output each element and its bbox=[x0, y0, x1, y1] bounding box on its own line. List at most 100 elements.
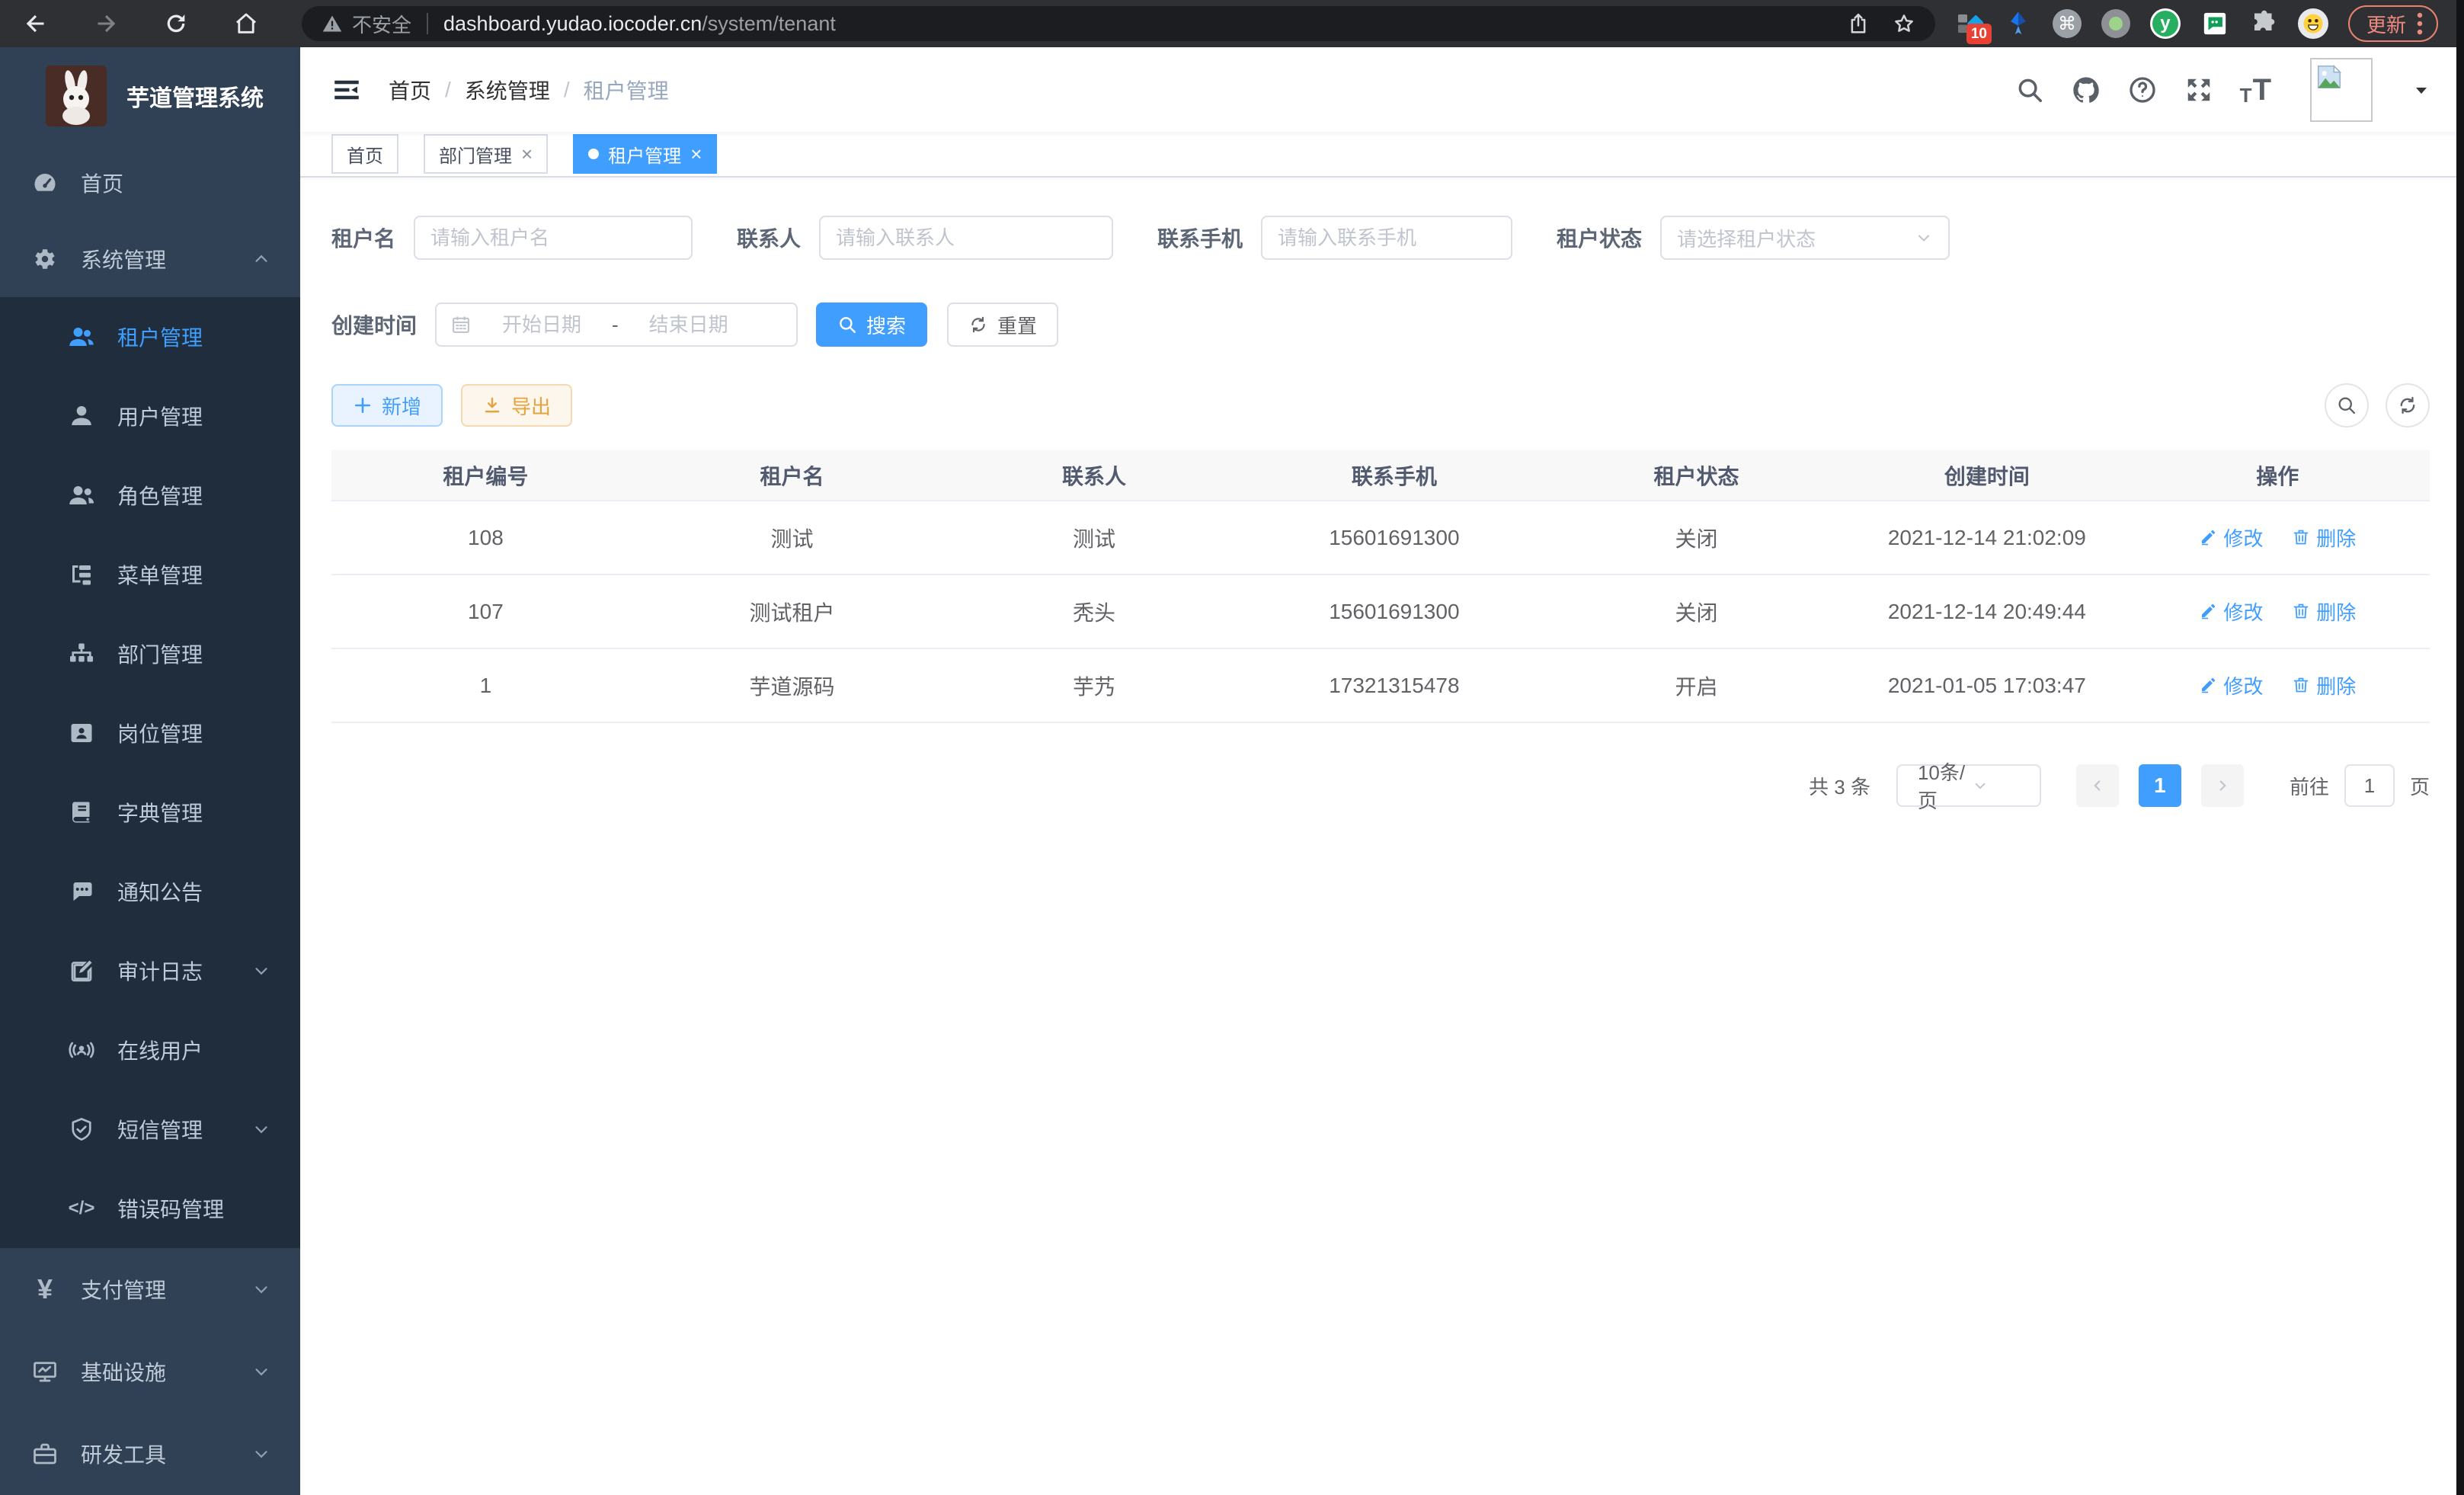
extension-shortcuts-icon[interactable]: ⌘ bbox=[2053, 9, 2082, 38]
page-size-select[interactable]: 10条/页 bbox=[1896, 764, 2041, 807]
close-icon[interactable]: × bbox=[690, 144, 702, 164]
goto-page-input[interactable] bbox=[2344, 764, 2395, 807]
sidebar-item-tenant[interactable]: 租户管理 bbox=[0, 297, 300, 376]
cell-phone: 15601691300 bbox=[1244, 575, 1544, 648]
breadcrumb-section[interactable]: 系统管理 bbox=[465, 75, 550, 105]
search-button[interactable]: 搜索 bbox=[816, 303, 927, 347]
sidebar-item-audit-log[interactable]: 审计日志 bbox=[0, 931, 300, 1010]
font-size-icon[interactable]: TT bbox=[2240, 75, 2272, 105]
extension-tag-assistant-icon[interactable]: 10 bbox=[1955, 9, 1984, 38]
tab-dept[interactable]: 部门管理 × bbox=[424, 134, 548, 174]
shield-check-icon bbox=[67, 1116, 96, 1143]
fullscreen-icon[interactable] bbox=[2184, 75, 2214, 105]
sidebar-collapse-icon[interactable] bbox=[331, 74, 363, 106]
delete-link[interactable]: 删除 bbox=[2292, 523, 2356, 552]
warning-icon bbox=[322, 13, 343, 34]
address-bar[interactable]: 不安全 dashboard.yudao.iocoder.cn/system/te… bbox=[302, 6, 1935, 41]
extension-kite-icon[interactable] bbox=[2004, 9, 2033, 38]
sidebar-item-dept[interactable]: 部门管理 bbox=[0, 614, 300, 693]
trash-icon bbox=[2292, 528, 2310, 546]
kebab-menu-icon[interactable] bbox=[2417, 11, 2423, 36]
header-search-icon[interactable] bbox=[2014, 75, 2045, 105]
trash-icon bbox=[2292, 676, 2310, 694]
forward-icon[interactable] bbox=[91, 9, 120, 38]
reload-icon[interactable] bbox=[162, 9, 190, 38]
delete-link[interactable]: 删除 bbox=[2292, 597, 2356, 626]
sidebar-item-dict[interactable]: 字典管理 bbox=[0, 773, 300, 852]
extension-y-icon[interactable]: y bbox=[2150, 8, 2181, 39]
help-icon[interactable] bbox=[2127, 75, 2158, 105]
date-start-input[interactable] bbox=[478, 313, 606, 337]
contact-input[interactable] bbox=[819, 216, 1113, 260]
sidebar-item-sms[interactable]: 短信管理 bbox=[0, 1090, 300, 1169]
sidebar-item-online-user[interactable]: 在线用户 bbox=[0, 1010, 300, 1090]
column-header: 租户状态 bbox=[1544, 450, 1848, 501]
logo-rabbit-image bbox=[46, 66, 107, 126]
home-icon[interactable] bbox=[232, 9, 261, 38]
roles-icon bbox=[67, 482, 96, 509]
add-button[interactable]: 新增 bbox=[331, 384, 443, 427]
sidebar-item-post[interactable]: 岗位管理 bbox=[0, 693, 300, 773]
column-header: 创建时间 bbox=[1848, 450, 2126, 501]
share-icon[interactable] bbox=[1847, 12, 1870, 35]
show-search-toggle-button[interactable] bbox=[2325, 383, 2369, 427]
edit-link[interactable]: 修改 bbox=[2199, 523, 2263, 552]
chrome-update-button[interactable]: 更新 bbox=[2348, 5, 2438, 42]
extension-puzzle-icon[interactable] bbox=[2249, 9, 2278, 38]
extension-chat-icon[interactable] bbox=[2200, 9, 2229, 38]
security-chip[interactable]: 不安全 bbox=[322, 10, 411, 38]
date-range-picker[interactable]: - bbox=[435, 303, 798, 347]
date-end-input[interactable] bbox=[625, 313, 753, 337]
extension-emoji-icon[interactable] bbox=[2298, 8, 2328, 39]
export-button[interactable]: 导出 bbox=[461, 384, 572, 427]
edit-label: 修改 bbox=[2223, 671, 2263, 699]
reset-button[interactable]: 重置 bbox=[947, 303, 1058, 347]
phone-input[interactable] bbox=[1261, 216, 1512, 260]
refresh-table-button[interactable] bbox=[2386, 383, 2430, 427]
status-select[interactable]: 请选择租户状态 bbox=[1660, 216, 1950, 260]
sidebar: 芋道管理系统 首页 系统管理 租户管理 bbox=[0, 47, 300, 1495]
sidebar-item-role[interactable]: 角色管理 bbox=[0, 456, 300, 535]
sidebar-item-dev-tools[interactable]: 研发工具 bbox=[0, 1413, 300, 1495]
sidebar-item-home[interactable]: 首页 bbox=[0, 145, 300, 221]
sidebar-item-infrastructure[interactable]: 基础设施 bbox=[0, 1330, 300, 1413]
column-header: 联系人 bbox=[944, 450, 1244, 501]
sidebar-item-user[interactable]: 用户管理 bbox=[0, 376, 300, 456]
breadcrumb-home[interactable]: 首页 bbox=[389, 75, 431, 105]
status-label: 租户状态 bbox=[1557, 222, 1642, 253]
sidebar-item-error-code[interactable]: </> 错误码管理 bbox=[0, 1169, 300, 1248]
cell-contact: 芋艿 bbox=[944, 648, 1244, 722]
tenant-name-input[interactable] bbox=[414, 216, 693, 260]
github-icon[interactable] bbox=[2071, 75, 2101, 105]
next-page-button[interactable] bbox=[2201, 764, 2244, 807]
app-logo[interactable]: 芋道管理系统 bbox=[0, 47, 300, 145]
sidebar-item-label: 审计日志 bbox=[117, 956, 203, 986]
breadcrumb-separator: / bbox=[564, 78, 570, 102]
caret-down-icon[interactable] bbox=[2412, 81, 2430, 99]
sidebar-item-payment[interactable]: ¥ 支付管理 bbox=[0, 1248, 300, 1330]
sidebar-item-system[interactable]: 系统管理 bbox=[0, 221, 300, 297]
prev-page-button[interactable] bbox=[2076, 764, 2119, 807]
close-icon[interactable]: × bbox=[521, 144, 533, 164]
delete-link[interactable]: 删除 bbox=[2292, 671, 2356, 699]
tab-home[interactable]: 首页 bbox=[331, 134, 398, 174]
sidebar-item-notice[interactable]: 通知公告 bbox=[0, 852, 300, 931]
menu-tree-icon bbox=[67, 561, 96, 588]
edit-link[interactable]: 修改 bbox=[2199, 671, 2263, 699]
cell-tenant-id: 107 bbox=[331, 575, 640, 648]
tenant-name-label: 租户名 bbox=[331, 222, 395, 253]
avatar[interactable] bbox=[2310, 58, 2373, 122]
sidebar-item-menu[interactable]: 菜单管理 bbox=[0, 535, 300, 614]
pencil-icon bbox=[2199, 602, 2217, 620]
bookmark-star-icon[interactable] bbox=[1893, 12, 1915, 35]
sidebar-item-label: 角色管理 bbox=[117, 480, 203, 511]
table-row: 107 测试租户 秃头 15601691300 关闭 2021-12-14 20… bbox=[331, 575, 2430, 648]
page-number-1[interactable]: 1 bbox=[2139, 764, 2181, 807]
extension-recorder-icon[interactable] bbox=[2101, 9, 2130, 38]
tab-tenant[interactable]: 租户管理 × bbox=[573, 134, 717, 174]
table-header-row: 租户编号 租户名 联系人 联系手机 租户状态 创建时间 操作 bbox=[331, 450, 2430, 501]
edit-link[interactable]: 修改 bbox=[2199, 597, 2263, 626]
search-icon bbox=[2336, 395, 2357, 416]
back-icon[interactable] bbox=[21, 9, 50, 38]
cell-status: 关闭 bbox=[1544, 575, 1848, 648]
